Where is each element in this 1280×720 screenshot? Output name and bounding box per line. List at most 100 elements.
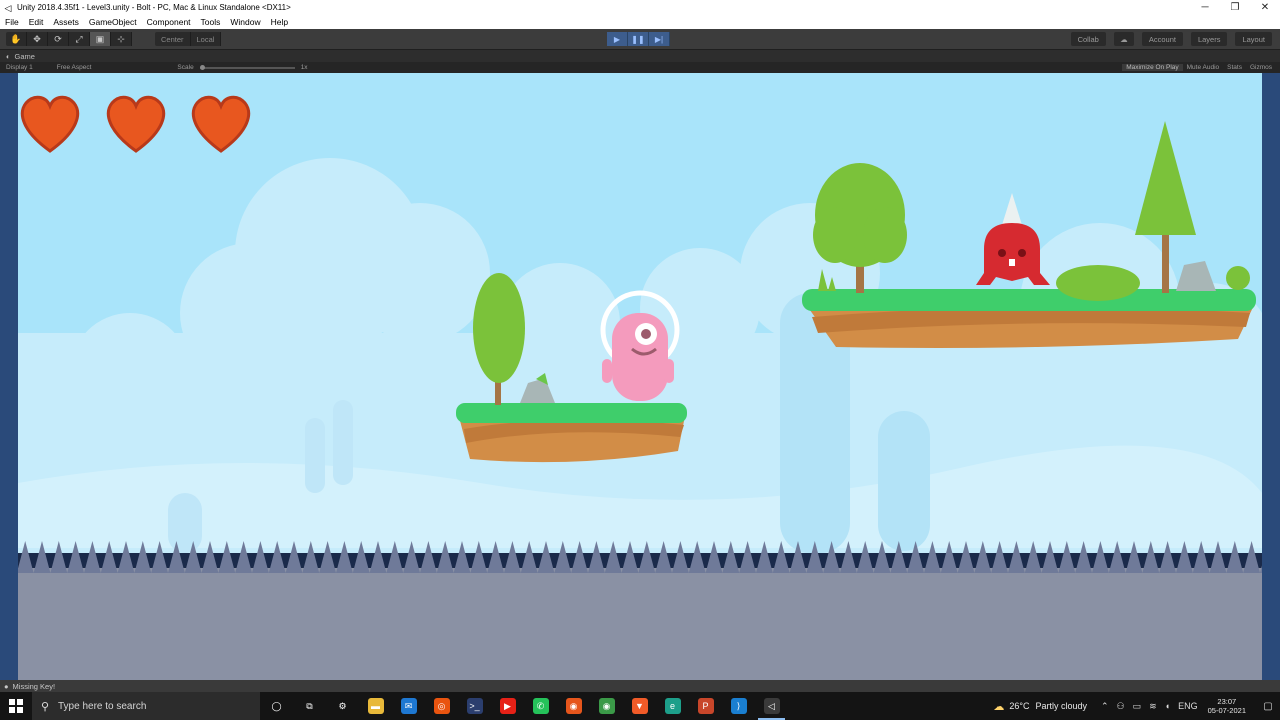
battery-icon[interactable]: ▭ — [1133, 701, 1142, 712]
pause-button-icon[interactable]: ❚❚ — [628, 32, 649, 46]
clock[interactable]: 23:07 05-07-2021 — [1208, 697, 1246, 715]
title-bar: ◁ Unity 2018.4.35f1 - Level3.unity - Bol… — [0, 0, 1280, 15]
taskbar-vscode-icon[interactable]: ⟩ — [722, 692, 755, 720]
taskbar-brave-icon[interactable]: ▼ — [623, 692, 656, 720]
weather-text: Partly cloudy — [1035, 701, 1087, 711]
pivot-toggles: Center Local — [155, 32, 222, 46]
brave-icon: ▼ — [631, 698, 648, 714]
taskbar-task-view-icon[interactable]: ⧉ — [293, 692, 326, 720]
maximize-on-play-toggle[interactable]: Maximize On Play — [1122, 64, 1183, 71]
search-icon: ⚲ — [40, 700, 50, 713]
ground — [0, 568, 1280, 680]
move-tool-icon[interactable]: ✥ — [27, 32, 48, 46]
toolbar: ✋ ✥ ⟳ ⤢ ▣ ⊹ Center Local ▶ ❚❚ ▶| Collab … — [0, 29, 1280, 49]
mute-audio-toggle[interactable]: Mute Audio — [1183, 64, 1224, 71]
taskbar-cortana-icon[interactable]: ◯ — [260, 692, 293, 720]
pivot-center-button[interactable]: Center — [155, 32, 191, 46]
left-edge — [0, 73, 18, 680]
taskbar-ubuntu-icon[interactable]: ◎ — [425, 692, 458, 720]
file-explorer-icon: ▬ — [367, 698, 384, 714]
platform-small — [456, 403, 687, 463]
transform-tools: ✋ ✥ ⟳ ⤢ ▣ ⊹ — [6, 32, 132, 46]
taskbar-mail-icon[interactable]: ✉ — [392, 692, 425, 720]
rotate-tool-icon[interactable]: ⟳ — [48, 32, 69, 46]
weather-widget[interactable]: ☁ 26°C Partly cloudy — [993, 700, 1087, 713]
language-indicator[interactable]: ENG — [1178, 701, 1198, 711]
game-tab-icon: ◐ — [6, 51, 11, 61]
search-placeholder: Type here to search — [58, 700, 147, 712]
game-tab[interactable]: ◐ Game — [0, 50, 1280, 62]
menu-tools[interactable]: Tools — [196, 17, 226, 27]
collab-dropdown[interactable]: Collab — [1070, 32, 1106, 46]
aspect-dropdown[interactable]: Free Aspect — [57, 64, 92, 71]
game-options-bar: Display 1 Free Aspect Scale 1x Maximize … — [0, 62, 1280, 73]
step-button-icon[interactable]: ▶| — [649, 32, 670, 46]
taskbar-powerpoint-icon[interactable]: P — [689, 692, 722, 720]
taskbar-edge-icon[interactable]: e — [656, 692, 689, 720]
menu-component[interactable]: Component — [142, 17, 196, 27]
edge-icon: e — [664, 698, 681, 714]
display-dropdown[interactable]: Display 1 — [6, 64, 33, 71]
menu-window[interactable]: Window — [225, 17, 265, 27]
minimize-button[interactable]: ─ — [1190, 0, 1220, 15]
volume-icon[interactable]: ◖ — [1165, 701, 1170, 711]
clock-date: 05-07-2021 — [1207, 706, 1246, 715]
weather-icon: ☁ — [993, 700, 1005, 713]
game-viewport[interactable] — [0, 73, 1280, 680]
notification-icon[interactable]: ▢ — [1256, 701, 1280, 712]
status-message: Missing Key! — [12, 681, 56, 691]
taskbar-youtube-music-icon[interactable]: ▶ — [491, 692, 524, 720]
taskbar-terminal-icon[interactable]: >_ — [458, 692, 491, 720]
taskbar-settings-icon[interactable]: ⚙ — [326, 692, 359, 720]
menu-edit[interactable]: Edit — [24, 17, 49, 27]
chevron-up-icon[interactable]: ⌃ — [1101, 701, 1109, 712]
cloud-icon[interactable]: ☁ — [1113, 32, 1134, 46]
search-box[interactable]: ⚲ Type here to search — [32, 692, 260, 720]
taskbar-whatsapp-icon[interactable]: ✆ — [524, 692, 557, 720]
layers-dropdown[interactable]: Layers — [1190, 32, 1228, 46]
close-button[interactable]: ✕ — [1250, 0, 1280, 15]
start-button[interactable] — [0, 692, 32, 720]
people-icon[interactable]: ⚇ — [1117, 701, 1125, 712]
taskbar-apps: ◯ ⧉ ⚙ ▬ ✉ ◎ >_ ▶ ✆ ◉ ◉ ▼ e P ⟩ ◁ — [260, 692, 788, 720]
stats-toggle[interactable]: Stats — [1223, 64, 1246, 71]
taskbar-chrome-icon[interactable]: ◉ — [590, 692, 623, 720]
chrome-icon: ◉ — [598, 698, 615, 714]
platform-large — [802, 289, 1256, 348]
taskbar-unity-icon[interactable]: ◁ — [755, 692, 788, 720]
window-title: Unity 2018.4.35f1 - Level3.unity - Bolt … — [17, 3, 291, 12]
taskbar-file-explorer-icon[interactable]: ▬ — [359, 692, 392, 720]
game-tab-label: Game — [14, 51, 35, 61]
windows-logo-icon — [9, 699, 23, 713]
taskbar-firefox-icon[interactable]: ◉ — [557, 692, 590, 720]
account-dropdown[interactable]: Account — [1141, 32, 1183, 46]
menu-file[interactable]: File — [0, 17, 24, 27]
taskbar: ⚲ Type here to search ◯ ⧉ ⚙ ▬ ✉ ◎ >_ ▶ ✆ ◉ ◉ ▼ e P ⟩ ◁ … — [0, 692, 1280, 720]
system-tray: ☁ 26°C Partly cloudy ⌃ ⚇ ▭ ≋ ◖ ENG 23:07… — [993, 692, 1280, 720]
wifi-icon[interactable]: ≋ — [1149, 701, 1157, 712]
unity-icon: ◁ — [763, 698, 780, 714]
settings-icon: ⚙ — [338, 700, 347, 711]
game-scene — [0, 73, 1280, 680]
transform-tool-icon[interactable]: ⊹ — [111, 32, 132, 46]
pivot-local-button[interactable]: Local — [191, 32, 222, 46]
maximize-button[interactable]: ❐ — [1220, 0, 1250, 15]
unity-logo-icon: ◁ — [4, 2, 12, 13]
vscode-icon: ⟩ — [730, 698, 747, 714]
menu-gameobject[interactable]: GameObject — [84, 17, 142, 27]
menu-assets[interactable]: Assets — [48, 17, 84, 27]
gizmos-toggle[interactable]: Gizmos — [1246, 64, 1276, 71]
mail-icon: ✉ — [400, 698, 417, 714]
play-button-icon[interactable]: ▶ — [607, 32, 628, 46]
rect-tool-icon[interactable]: ▣ — [90, 32, 111, 46]
play-controls: ▶ ❚❚ ▶| — [607, 32, 670, 46]
scale-tool-icon[interactable]: ⤢ — [69, 32, 90, 46]
scale-slider[interactable] — [199, 64, 295, 70]
weather-temp: 26°C — [1009, 701, 1030, 711]
menu-help[interactable]: Help — [266, 17, 293, 27]
whatsapp-icon: ✆ — [532, 698, 549, 714]
terminal-icon: >_ — [466, 698, 483, 714]
layout-dropdown[interactable]: Layout — [1235, 32, 1272, 46]
hand-tool-icon[interactable]: ✋ — [6, 32, 27, 46]
toolbar-right: Collab ☁ Account Layers Layout — [1063, 32, 1272, 46]
